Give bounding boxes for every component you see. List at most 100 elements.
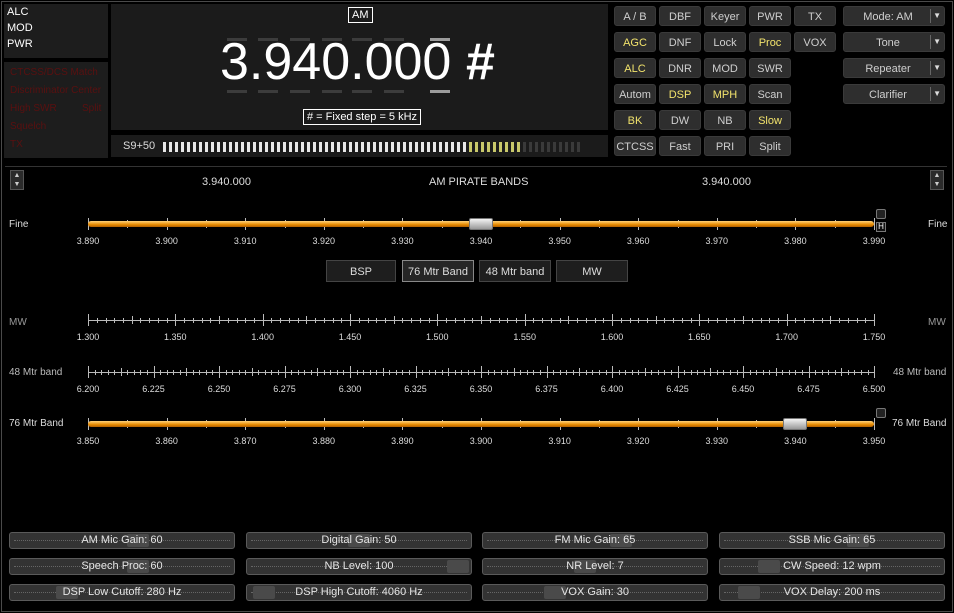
button-a-b[interactable]: A / B <box>614 6 656 26</box>
chevron-down-icon[interactable]: ▼ <box>930 61 941 75</box>
smeter-segment <box>187 142 190 152</box>
scale-tick <box>232 369 234 375</box>
band-button-76-mtr-band[interactable]: 76 Mtr Band <box>402 260 474 282</box>
button-nb[interactable]: NB <box>704 110 746 130</box>
digit-step-dash[interactable] <box>352 90 372 93</box>
tick-label: 1.700 <box>775 332 798 342</box>
tick-label: 3.940 <box>784 436 807 446</box>
scale-tick <box>515 317 517 323</box>
slider-ssb-mic-gain[interactable]: SSB Mic Gain: 65 <box>719 532 945 549</box>
slider-dsp-high-cutoff[interactable]: DSP High Cutoff: 4060 Hz <box>246 584 472 601</box>
status-alc[interactable]: ALC <box>7 4 108 20</box>
digit-step-dash[interactable] <box>322 90 342 93</box>
button-agc[interactable]: AGC <box>614 32 656 52</box>
tick-label: 3.880 <box>312 436 336 446</box>
button-dsp[interactable]: DSP <box>659 84 701 104</box>
tick-label: 6.425 <box>666 384 689 394</box>
slider-fm-mic-gain[interactable]: FM Mic Gain: 65 <box>482 532 708 549</box>
band-button-mw[interactable]: MW <box>556 260 628 282</box>
scale-tick <box>830 316 832 324</box>
button-keyer[interactable]: Keyer <box>704 6 746 26</box>
button-dnf[interactable]: DNF <box>659 32 701 52</box>
button-split[interactable]: Split <box>749 136 791 156</box>
smeter-segment <box>163 142 166 152</box>
button-bk[interactable]: BK <box>614 110 656 130</box>
scale-tick <box>874 366 875 378</box>
slider-speech-proc[interactable]: Speech Proc: 60 <box>9 558 235 575</box>
smeter-segment <box>523 142 526 152</box>
slider-dsp-low-cutoff[interactable]: DSP Low Cutoff: 280 Hz <box>9 584 235 601</box>
tick-label: 3.920 <box>626 436 650 446</box>
tick-label: 1.550 <box>513 332 536 342</box>
digit-step-dash[interactable] <box>258 90 278 93</box>
chevron-down-icon[interactable]: ▼ <box>930 9 941 23</box>
button-proc[interactable]: Proc <box>749 32 791 52</box>
button-slow[interactable]: Slow <box>749 110 791 130</box>
button-scan[interactable]: Scan <box>749 84 791 104</box>
tuning-thumb[interactable] <box>783 418 808 430</box>
scale-tick <box>585 317 587 323</box>
smeter-segment <box>259 142 262 152</box>
slider-cw-speed[interactable]: CW Speed: 12 wpm <box>719 558 945 575</box>
band-button-bsp[interactable]: BSP <box>326 260 396 282</box>
button-tx[interactable]: TX <box>794 6 836 26</box>
scale-tick <box>524 314 526 326</box>
button-alc[interactable]: ALC <box>614 58 656 78</box>
scale-tick <box>481 366 482 378</box>
band-spin-left[interactable]: ▲ ▼ <box>10 170 24 190</box>
button-pwr[interactable]: PWR <box>749 6 791 26</box>
digit-step-dash[interactable] <box>384 90 404 93</box>
smeter-segment <box>349 142 352 152</box>
scale-tick <box>867 369 869 375</box>
button-dw[interactable]: DW <box>659 110 701 130</box>
button-fast[interactable]: Fast <box>659 136 701 156</box>
slider-nr-level[interactable]: NR Level: 7 <box>482 558 708 575</box>
m76-radio-icon[interactable] <box>876 408 886 418</box>
button-dbf[interactable]: DBF <box>659 6 701 26</box>
button-autom[interactable]: Autom <box>614 84 656 104</box>
button-dnr[interactable]: DNR <box>659 58 701 78</box>
chevron-down-icon[interactable]: ▼ <box>930 87 941 101</box>
fine-radio-icon[interactable] <box>876 209 886 219</box>
button-mph[interactable]: MPH <box>704 84 746 104</box>
slider-vox-delay[interactable]: VOX Delay: 200 ms <box>719 584 945 601</box>
band-button-48-mtr-band[interactable]: 48 Mtr band <box>479 260 551 282</box>
digit-step-dash[interactable] <box>290 90 310 93</box>
tuning-bar[interactable] <box>88 421 874 427</box>
button-lock[interactable]: Lock <box>704 32 746 52</box>
scale-tick <box>808 366 810 378</box>
scale-tick <box>461 369 463 375</box>
scale-tick <box>157 317 159 323</box>
digit-step-dash[interactable] <box>430 90 450 93</box>
band-spin-right[interactable]: ▲ ▼ <box>930 170 944 190</box>
frequency-readout[interactable]: 3.940.000 <box>220 30 451 94</box>
chevron-down-icon[interactable]: ▼ <box>930 35 941 49</box>
tick-label: 1.750 <box>862 332 886 342</box>
dropdown-repeater[interactable]: Repeater ▼ <box>843 58 945 78</box>
scale-tick <box>671 369 672 375</box>
button-pri[interactable]: PRI <box>704 136 746 156</box>
slider-digital-gain[interactable]: Digital Gain: 50 <box>246 532 472 549</box>
status-mod[interactable]: MOD <box>7 20 108 36</box>
button-swr[interactable]: SWR <box>749 58 791 78</box>
button-vox[interactable]: VOX <box>794 32 836 52</box>
slider-am-mic-gain[interactable]: AM Mic Gain: 60 <box>9 532 235 549</box>
button-ctcss[interactable]: CTCSS <box>614 136 656 156</box>
slider-nb-level[interactable]: NB Level: 100 <box>246 558 472 575</box>
scale-tick <box>101 369 103 375</box>
scale-tick <box>384 317 386 323</box>
status-pwr[interactable]: PWR <box>7 36 108 52</box>
dropdown-clarifier[interactable]: Clarifier ▼ <box>843 84 945 104</box>
tuning-thumb[interactable] <box>469 218 493 230</box>
button-mod[interactable]: MOD <box>704 58 746 78</box>
digit-step-dash[interactable] <box>227 90 247 93</box>
scale-tick <box>454 369 456 375</box>
smeter-segment <box>193 142 196 152</box>
dropdown-tone[interactable]: Tone ▼ <box>843 32 945 52</box>
slider-vox-gain[interactable]: VOX Gain: 30 <box>482 584 708 601</box>
tick-label: 6.250 <box>207 384 231 394</box>
scale-tick <box>736 369 738 375</box>
dropdown-mode[interactable]: Mode: AM ▼ <box>843 6 945 26</box>
scale-tick <box>690 369 692 375</box>
lock-mark[interactable]: H <box>876 222 886 232</box>
